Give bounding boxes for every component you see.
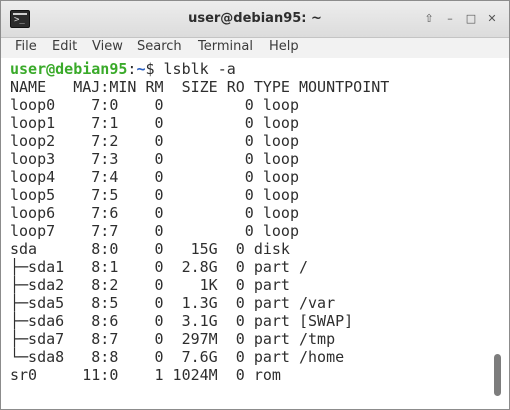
output-line: loop4 7:4 0 0 loop — [10, 168, 299, 186]
output-line: ├─sda7 8:7 0 297M 0 part /tmp — [10, 330, 336, 348]
minimize-icon[interactable]: – — [441, 10, 459, 28]
output-line: sda 8:0 0 15G 0 disk — [10, 240, 290, 258]
scrollbar-thumb[interactable] — [494, 354, 501, 396]
output-line: loop2 7:2 0 0 loop — [10, 132, 299, 150]
menu-edit[interactable]: Edit — [52, 38, 77, 58]
output-line: ├─sda6 8:6 0 3.1G 0 part [SWAP] — [10, 312, 354, 330]
prompt-symbol: $ — [145, 60, 155, 78]
output-line: └─sda8 8:8 0 7.6G 0 part /home — [10, 348, 345, 366]
terminal-output-area[interactable]: user@debian95:~$ lsblk -a NAME MAJ:MIN R… — [2, 58, 488, 404]
output-line: sr0 11:0 1 1024M 0 rom — [10, 366, 281, 384]
terminal-window: >_ user@debian95: ~ ⇧ – □ ✕ File Edit Vi… — [0, 0, 510, 410]
menu-help[interactable]: Help — [269, 38, 299, 58]
output-line: ├─sda1 8:1 0 2.8G 0 part / — [10, 258, 309, 276]
output-line: loop0 7:0 0 0 loop — [10, 96, 299, 114]
menu-view[interactable]: View — [92, 38, 123, 58]
output-line: loop1 7:1 0 0 loop — [10, 114, 299, 132]
menu-bar: File Edit View Search Terminal Help — [1, 38, 509, 58]
prompt-command: lsblk -a — [163, 60, 236, 78]
output-line: loop3 7:3 0 0 loop — [10, 150, 299, 168]
output-line: loop6 7:6 0 0 loop — [10, 204, 299, 222]
output-line: ├─sda5 8:5 0 1.3G 0 part /var — [10, 294, 336, 312]
menu-terminal[interactable]: Terminal — [198, 38, 253, 58]
vertical-scrollbar[interactable] — [490, 58, 507, 404]
output-line: loop5 7:5 0 0 loop — [10, 186, 299, 204]
window-up-icon[interactable]: ⇧ — [420, 10, 438, 28]
maximize-icon[interactable]: □ — [462, 10, 480, 28]
menu-file[interactable]: File — [15, 38, 37, 58]
output-header: NAME MAJ:MIN RM SIZE RO TYPE MOUNTPOINT — [10, 78, 390, 96]
close-icon[interactable]: ✕ — [483, 10, 501, 28]
output-line: ├─sda2 8:2 0 1K 0 part — [10, 276, 290, 294]
prompt-line: user@debian95:~$ lsblk -a — [10, 60, 236, 78]
prompt-user-host: user@debian95 — [10, 60, 128, 78]
title-bar[interactable]: >_ user@debian95: ~ ⇧ – □ ✕ — [1, 1, 509, 38]
menu-search[interactable]: Search — [137, 38, 182, 58]
output-line: loop7 7:7 0 0 loop — [10, 222, 299, 240]
